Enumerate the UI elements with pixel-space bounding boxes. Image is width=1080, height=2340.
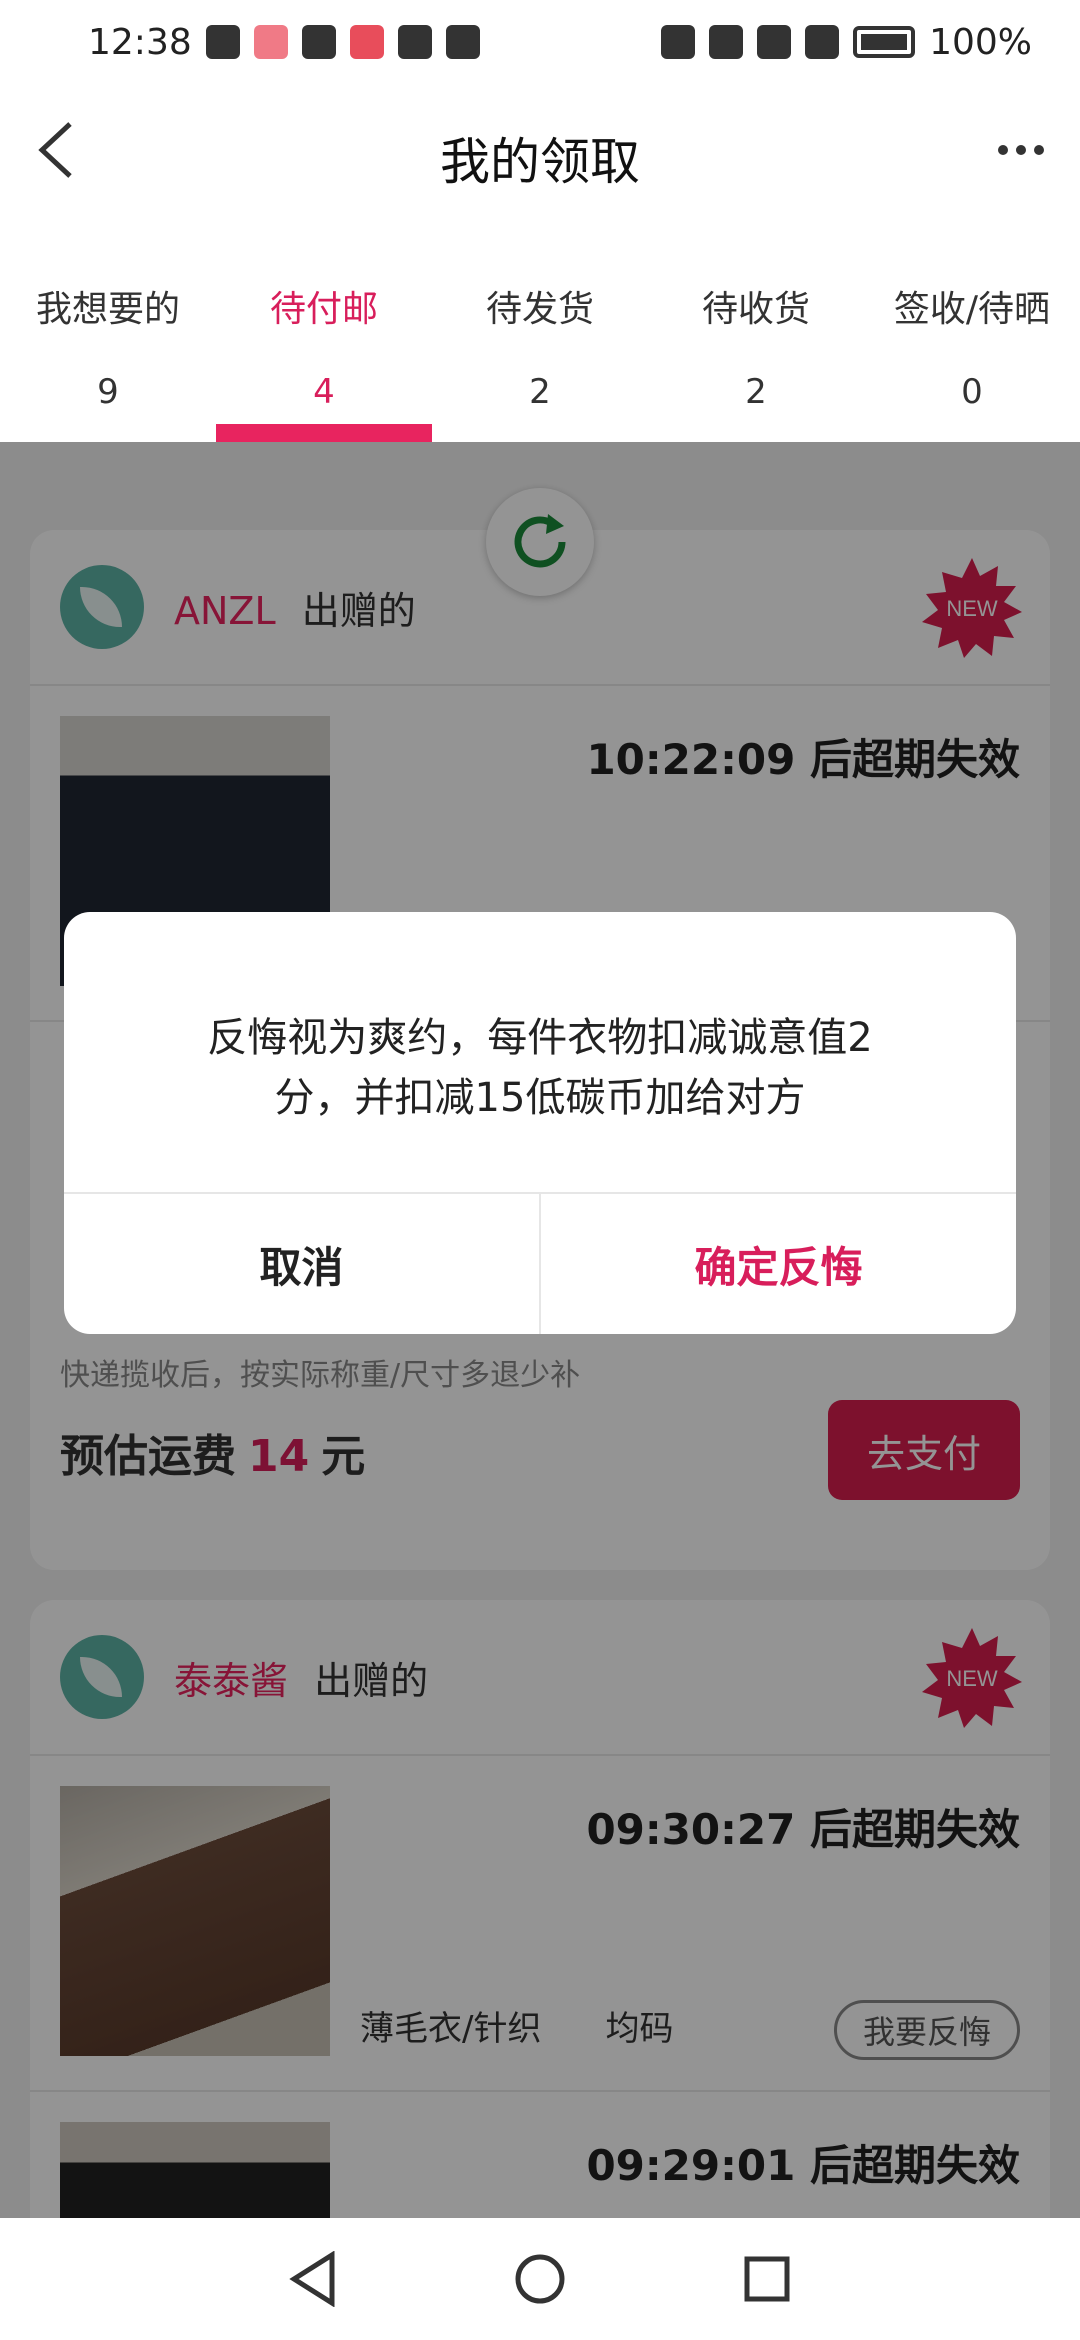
app-notification-icon [253, 25, 288, 59]
tab-label: 待发货 [485, 289, 594, 330]
tab-count: 2 [529, 372, 551, 412]
nav-home-icon[interactable] [508, 2247, 572, 2311]
qq-icon [301, 25, 336, 59]
tab-count: 0 [961, 372, 983, 412]
page-title: 我的领取 [440, 133, 640, 191]
more-dots-icon[interactable] [986, 120, 1056, 180]
status-bar: 12:38 100% [0, 0, 1080, 84]
mute-icon [661, 25, 696, 59]
tab-signed-review[interactable]: 签收/待晒 0 [864, 224, 1080, 442]
tab-count: 9 [97, 372, 119, 412]
tab-count: 2 [745, 372, 767, 412]
tab-label: 待收货 [701, 289, 810, 330]
tab-pending-shipment[interactable]: 待发货 2 [432, 224, 648, 442]
nav-back-icon[interactable] [281, 2247, 345, 2311]
battery-percent: 100% [929, 21, 1032, 63]
wifi-icon [709, 25, 744, 59]
confirm-regret-button[interactable]: 确定反悔 [541, 1194, 1016, 1334]
confirm-dialog: 反悔视为爽约，每件衣物扣减诚意值2分，并扣减15低碳币加给对方 取消 确定反悔 [64, 912, 1016, 1334]
app-header: 我的领取 [0, 84, 1080, 224]
status-time: 12:38 [88, 21, 192, 63]
tab-label: 待付邮 [269, 289, 378, 330]
dialog-actions: 取消 确定反悔 [64, 1192, 1016, 1334]
system-nav-bar [0, 2218, 1080, 2340]
tab-label: 我想要的 [35, 289, 180, 330]
tab-pending-receipt[interactable]: 待收货 2 [648, 224, 864, 442]
tab-pending-postage[interactable]: 待付邮 4 [216, 224, 432, 442]
eye-icon [397, 25, 432, 59]
battery-icon [853, 26, 916, 58]
tab-label: 签收/待晒 [893, 289, 1051, 330]
status-left: 12:38 [88, 22, 480, 63]
tab-wanted[interactable]: 我想要的 9 [0, 224, 216, 442]
nfc-icon [445, 25, 480, 59]
wechat-icon [205, 25, 240, 59]
signal-2g-icon [805, 25, 840, 59]
signal-4g-icon [757, 25, 792, 59]
status-tabs: 我想要的 9 待付邮 4 待发货 2 待收货 2 签收/待晒 0 [0, 224, 1080, 442]
nav-recents-icon[interactable] [735, 2247, 799, 2311]
cancel-button[interactable]: 取消 [64, 1194, 541, 1334]
tab-count: 4 [313, 372, 335, 412]
status-right: 100% [661, 22, 1032, 63]
dialog-message: 反悔视为爽约，每件衣物扣减诚意值2分，并扣减15低碳币加给对方 [207, 1015, 873, 1121]
huawei-store-icon [349, 25, 384, 59]
